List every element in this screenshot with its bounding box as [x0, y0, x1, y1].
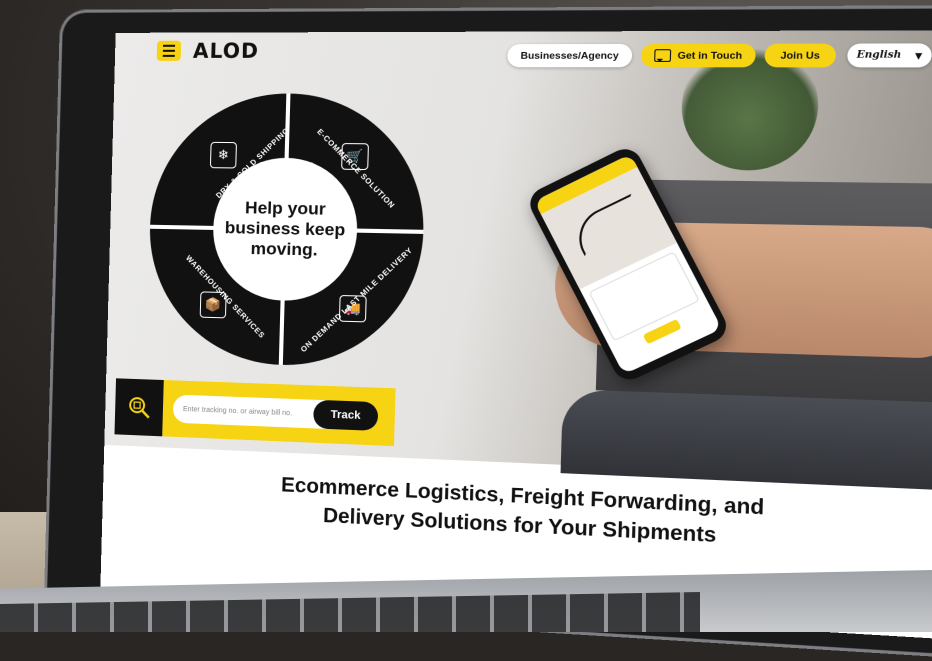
chevron-down-icon: ▼ [914, 49, 923, 61]
language-label: English [856, 49, 902, 61]
tracking-bar: Enter tracking no. or airway bill no. Tr… [114, 378, 396, 447]
alod-logo[interactable]: ALOD [193, 39, 260, 63]
track-button[interactable]: Track [313, 399, 379, 431]
join-us-button[interactable]: Join Us [764, 43, 837, 68]
chat-icon [653, 49, 672, 62]
services-wheel: ❄ DRY & COLD SHIPPING 🛒 E-COMMERCE SOLUT… [146, 93, 428, 370]
businesses-agency-button[interactable]: Businesses/Agency [507, 43, 633, 68]
tracking-search-icon [114, 378, 164, 437]
cold-shipping-icon: ❄ [209, 141, 237, 169]
jeans-photo [560, 389, 932, 492]
get-in-touch-button[interactable]: Get in Touch [640, 43, 756, 68]
join-us-label: Join Us [780, 49, 821, 62]
hero-section: ALOD Businesses/Agency Get in Touch Join… [104, 30, 932, 492]
language-select[interactable]: English ▼ [847, 43, 932, 68]
wheel-center: Help your business keep moving. [211, 157, 360, 303]
hero-tagline: Help your business keep moving. [224, 198, 346, 260]
tracking-input[interactable]: Enter tracking no. or airway bill no. Tr… [172, 394, 379, 431]
hamburger-menu-icon[interactable] [156, 40, 182, 61]
get-in-touch-label: Get in Touch [677, 49, 743, 62]
businesses-agency-label: Businesses/Agency [520, 49, 619, 62]
tracking-input-placeholder: Enter tracking no. or airway bill no. [182, 405, 293, 417]
website-screen: ALOD Businesses/Agency Get in Touch Join… [100, 30, 932, 641]
